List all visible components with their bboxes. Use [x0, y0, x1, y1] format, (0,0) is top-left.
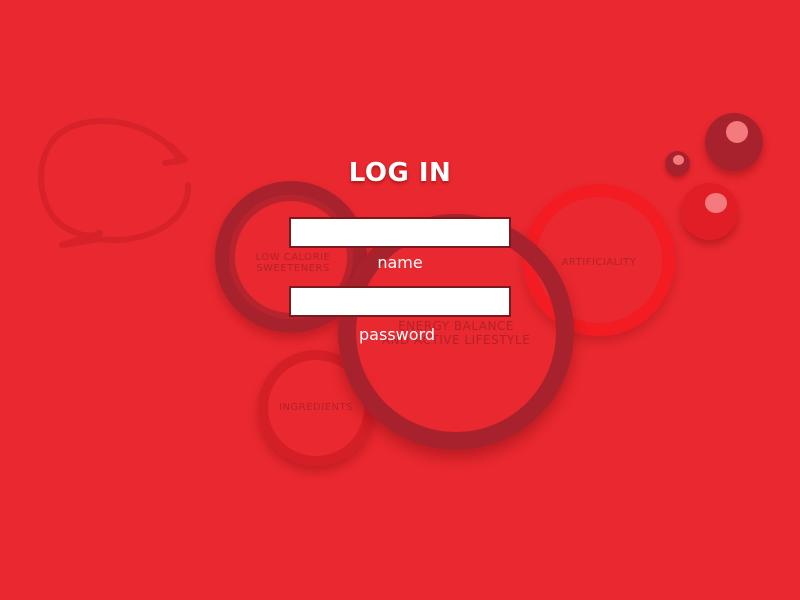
speech-arrow-icon: [38, 118, 192, 248]
name-input[interactable]: [289, 217, 511, 248]
decor-ball-medium: [681, 183, 738, 240]
name-label: name: [377, 253, 423, 272]
decor-ball-small: [665, 151, 690, 176]
bubble-ingredients-label: INGREDIENTS: [279, 402, 353, 413]
password-label: password: [359, 325, 435, 344]
decor-ball-large-shine: [726, 121, 748, 143]
bubble-artificiality-label: ARTIFICIALITY: [561, 257, 637, 268]
login-title: LOG IN: [348, 158, 452, 188]
password-input[interactable]: [289, 286, 511, 317]
decor-ball-medium-shine: [705, 193, 727, 213]
login-screen: LOW CALORIE SWEETENERS ARTIFICIALITY ING…: [0, 0, 800, 600]
decor-ball-small-shine: [673, 155, 684, 165]
decor-ball-large: [705, 113, 763, 171]
